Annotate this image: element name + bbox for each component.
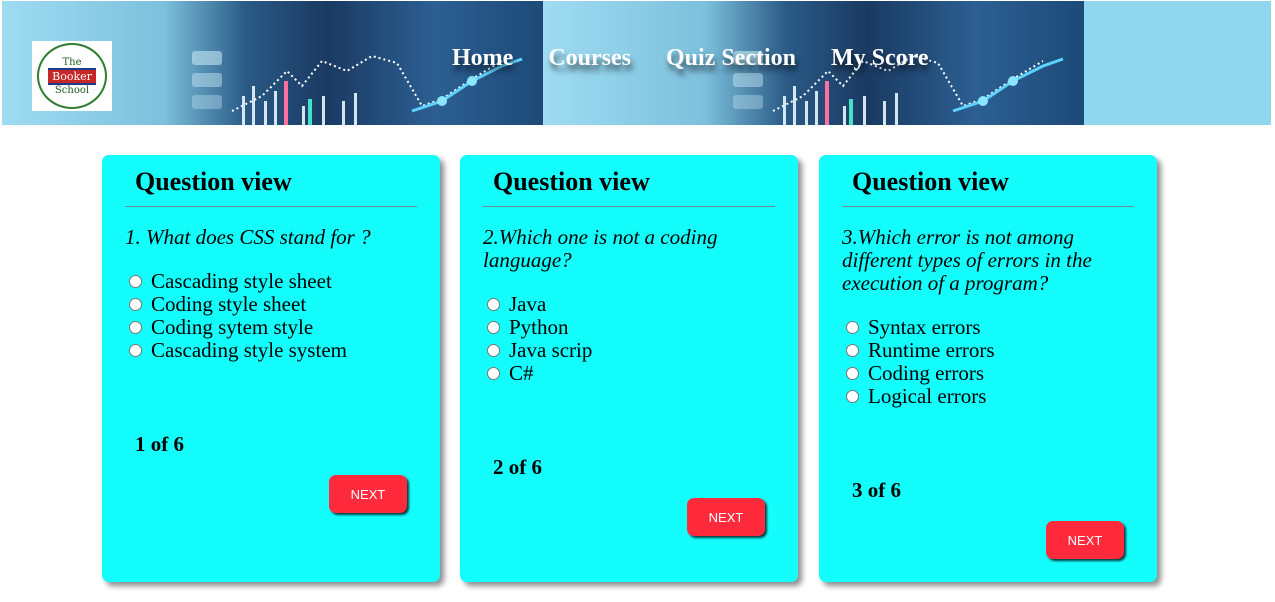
- option-label: Cascading style sheet: [151, 269, 332, 293]
- radio-button[interactable]: [846, 344, 859, 357]
- school-logo[interactable]: The Booker School: [32, 41, 112, 111]
- radio-button[interactable]: [129, 275, 142, 288]
- nav-link-my-score[interactable]: My Score: [831, 45, 929, 72]
- logo-text-booker: Booker: [48, 67, 96, 85]
- answer-options: Cascading style sheet Coding style sheet…: [129, 269, 347, 362]
- answer-option[interactable]: Syntax errors: [846, 315, 995, 339]
- nav-link-quiz-section[interactable]: Quiz Section: [666, 45, 796, 72]
- option-label: Runtime errors: [868, 338, 995, 362]
- option-label: Java: [509, 292, 547, 316]
- next-button[interactable]: NEXT: [687, 498, 765, 536]
- radio-button[interactable]: [129, 298, 142, 311]
- option-label: Coding sytem style: [151, 315, 314, 339]
- main-nav: Home Courses Quiz Section My Score: [452, 45, 929, 72]
- option-label: Java scrip: [509, 338, 593, 362]
- radio-button[interactable]: [129, 321, 142, 334]
- question-card-3: Question view 3.Which error is not among…: [819, 155, 1157, 582]
- answer-option[interactable]: Cascading style sheet: [129, 269, 347, 293]
- answer-option[interactable]: Logical errors: [846, 384, 995, 408]
- question-text: 3.Which error is not among different typ…: [842, 225, 1092, 295]
- card-title: Question view: [493, 167, 650, 196]
- question-text: 2.Which one is not a coding language?: [483, 225, 718, 272]
- answer-option[interactable]: Java scrip: [487, 338, 593, 362]
- answer-option[interactable]: Python: [487, 315, 592, 339]
- answer-option[interactable]: Coding sytem style: [129, 315, 347, 339]
- radio-button[interactable]: [487, 367, 500, 380]
- option-label: Cascading style system: [151, 338, 347, 362]
- nav-link-courses[interactable]: Courses: [548, 45, 631, 72]
- card-title: Question view: [135, 167, 292, 196]
- card-title: Question view: [852, 167, 1009, 196]
- answer-option[interactable]: Coding style sheet: [129, 292, 347, 316]
- question-card-2: Question view 2.Which one is not a codin…: [460, 155, 798, 582]
- radio-button[interactable]: [846, 367, 859, 380]
- option-label: Logical errors: [868, 384, 987, 408]
- question-counter: 2 of 6: [493, 455, 542, 479]
- answer-option[interactable]: Cascading style system: [129, 338, 347, 362]
- divider: [483, 206, 775, 207]
- next-button[interactable]: NEXT: [329, 475, 407, 513]
- divider: [842, 206, 1134, 207]
- question-counter: 1 of 6: [135, 432, 184, 456]
- next-button[interactable]: NEXT: [1046, 521, 1124, 559]
- answer-options: Syntax errors Runtime errors Coding erro…: [846, 315, 995, 408]
- answer-option[interactable]: Coding errors: [846, 361, 995, 385]
- radio-button[interactable]: [129, 344, 142, 357]
- radio-button[interactable]: [487, 344, 500, 357]
- answer-option[interactable]: Java: [487, 292, 592, 316]
- radio-button[interactable]: [846, 390, 859, 403]
- question-text: 1. What does CSS stand for ?: [125, 225, 371, 249]
- divider: [125, 206, 417, 207]
- logo-text-school: School: [54, 84, 90, 96]
- answer-option[interactable]: Runtime errors: [846, 338, 995, 362]
- question-counter: 3 of 6: [852, 478, 901, 502]
- option-label: C#: [509, 361, 534, 385]
- answer-option[interactable]: C#: [487, 361, 592, 385]
- nav-link-home[interactable]: Home: [452, 45, 513, 72]
- radio-button[interactable]: [487, 298, 500, 311]
- option-label: Python: [509, 315, 569, 339]
- logo-emblem: The Booker School: [37, 43, 107, 109]
- question-card-1: Question view 1. What does CSS stand for…: [102, 155, 440, 582]
- radio-button[interactable]: [487, 321, 500, 334]
- option-label: Coding style sheet: [151, 292, 307, 316]
- site-header: The Booker School Home Courses Quiz Sect…: [2, 1, 1271, 125]
- option-label: Coding errors: [868, 361, 985, 385]
- answer-options: Java Python Java scrip C#: [487, 292, 593, 385]
- logo-text-the: The: [62, 56, 82, 68]
- option-label: Syntax errors: [868, 315, 981, 339]
- radio-button[interactable]: [846, 321, 859, 334]
